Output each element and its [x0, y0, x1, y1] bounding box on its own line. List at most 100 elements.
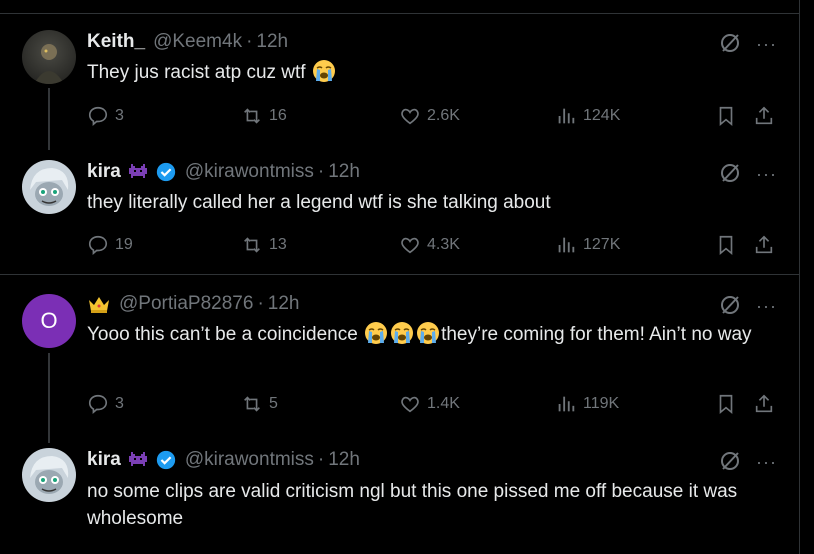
grok-icon[interactable] [718, 161, 742, 185]
display-name[interactable]: Keith_ [87, 31, 145, 53]
space-invader-icon [127, 450, 149, 470]
more-icon[interactable]: ··· [756, 296, 777, 317]
views-icon [558, 237, 575, 253]
verified-icon[interactable] [155, 161, 177, 183]
reply-button[interactable]: 3 [87, 393, 124, 415]
bookmark-icon[interactable] [715, 234, 737, 256]
like-button[interactable]: 4.3K [399, 234, 460, 256]
repost-button[interactable]: 16 [241, 105, 287, 127]
display-name[interactable]: kira [87, 449, 121, 471]
loudly-crying-face-icon [391, 322, 414, 344]
like-count: 1.4K [427, 395, 460, 412]
repost-button[interactable]: 5 [241, 393, 278, 415]
repost-count: 5 [269, 395, 278, 412]
avatar[interactable]: O [22, 294, 76, 348]
bookmark-icon[interactable] [715, 393, 737, 415]
timestamp[interactable]: 12h [328, 449, 360, 471]
thread-line [48, 88, 50, 150]
tweet-portia[interactable]: O @PortiaP82876 · 12h ··· Yooo this can’… [0, 275, 799, 443]
more-icon[interactable]: ··· [756, 452, 777, 473]
separator: · [317, 449, 325, 470]
reply-button[interactable]: 19 [87, 234, 133, 256]
reply-button[interactable]: 3 [87, 105, 124, 127]
avatar[interactable] [22, 30, 76, 84]
heart-icon [401, 108, 419, 125]
tweet-header: kira @kirawontmiss · 12h [87, 161, 360, 183]
heart-icon [401, 237, 419, 254]
reply-count: 19 [115, 236, 133, 253]
views-icon [558, 108, 575, 124]
loudly-crying-face-icon [312, 60, 335, 82]
handle[interactable]: @kirawontmiss [185, 449, 314, 471]
like-count: 2.6K [427, 107, 460, 124]
reply-count: 3 [115, 107, 124, 124]
tweet-header: Keith_ @Keem4k · 12h [87, 31, 288, 53]
display-name[interactable]: kira [87, 161, 121, 183]
thread-line [48, 353, 50, 443]
grok-icon[interactable] [718, 31, 742, 55]
tweet-text: Yooo this can’t be a coincidence they’re… [87, 321, 777, 348]
bookmark-icon[interactable] [715, 105, 737, 127]
separator: · [317, 161, 325, 182]
like-button[interactable]: 1.4K [399, 393, 460, 415]
tweet-keith[interactable]: Keith_ @Keem4k · 12h ··· They jus racist… [0, 14, 799, 150]
views-button[interactable]: 124K [555, 105, 620, 127]
tweet-text: They jus racist atp cuz wtf [87, 59, 777, 86]
separator: · [257, 293, 264, 314]
tweet-text: they literally called her a legend wtf i… [87, 192, 551, 213]
avatar[interactable] [22, 160, 76, 214]
tweet-text: no some clips are valid criticism ngl bu… [87, 481, 738, 529]
tweet-kira-1[interactable]: kira @kirawontmiss · 12h ··· they litera… [0, 146, 799, 274]
grok-icon[interactable] [718, 293, 742, 317]
heart-icon [401, 396, 419, 413]
space-invader-icon [127, 162, 149, 182]
repost-count: 13 [269, 236, 287, 253]
share-icon[interactable] [753, 393, 775, 415]
avatar-letter: O [40, 308, 58, 333]
tweet-actions: 19 13 4.3K 127K [87, 234, 787, 258]
handle[interactable]: @Keem4k [153, 31, 242, 53]
timestamp[interactable]: 12h [256, 31, 288, 53]
timestamp[interactable]: 12h [328, 161, 360, 183]
tweet-text-end: they’re coming for them! Ain’t no way [441, 324, 752, 345]
loudly-crying-face-icon [365, 322, 388, 344]
views-count: 119K [583, 395, 620, 412]
views-count: 124K [583, 107, 621, 124]
crown-icon [87, 294, 111, 314]
handle[interactable]: @kirawontmiss [185, 161, 314, 183]
share-icon[interactable] [753, 234, 775, 256]
repost-icon [244, 108, 260, 124]
loudly-crying-face-icon [417, 322, 440, 344]
reply-icon [88, 106, 108, 127]
repost-icon [244, 237, 260, 253]
views-icon [558, 396, 575, 412]
timeline-column: Keith_ @Keem4k · 12h ··· They jus racist… [0, 0, 800, 554]
share-icon[interactable] [753, 105, 775, 127]
reply-count: 3 [115, 395, 124, 412]
tweet-text-start: Yooo this can’t be a coincidence [87, 324, 364, 345]
reply-icon [88, 235, 108, 256]
tweet-actions: 3 16 2.6K 124K [87, 105, 787, 129]
more-icon[interactable]: ··· [756, 164, 777, 185]
separator: · [246, 31, 253, 52]
repost-count: 16 [269, 107, 287, 124]
grok-icon[interactable] [718, 449, 742, 473]
views-count: 127K [583, 236, 621, 253]
tweet-actions: 3 5 1.4K 119K [87, 393, 787, 417]
timestamp[interactable]: 12h [268, 293, 300, 315]
repost-button[interactable]: 13 [241, 234, 287, 256]
avatar[interactable] [22, 448, 76, 502]
reply-icon [88, 394, 108, 415]
like-button[interactable]: 2.6K [399, 105, 460, 127]
tweet-header: @PortiaP82876 · 12h [87, 293, 299, 315]
tweet-text-content: They jus racist atp cuz wtf [87, 62, 311, 83]
verified-icon[interactable] [155, 449, 177, 471]
views-button[interactable]: 119K [555, 393, 619, 415]
tweet-kira-2[interactable]: kira @kirawontmiss · 12h ··· no some cli… [0, 433, 799, 554]
repost-icon [244, 396, 260, 412]
more-icon[interactable]: ··· [756, 34, 777, 55]
handle[interactable]: @PortiaP82876 [119, 293, 253, 315]
like-count: 4.3K [427, 236, 460, 253]
tweet-header: kira @kirawontmiss · 12h [87, 449, 360, 471]
views-button[interactable]: 127K [555, 234, 620, 256]
